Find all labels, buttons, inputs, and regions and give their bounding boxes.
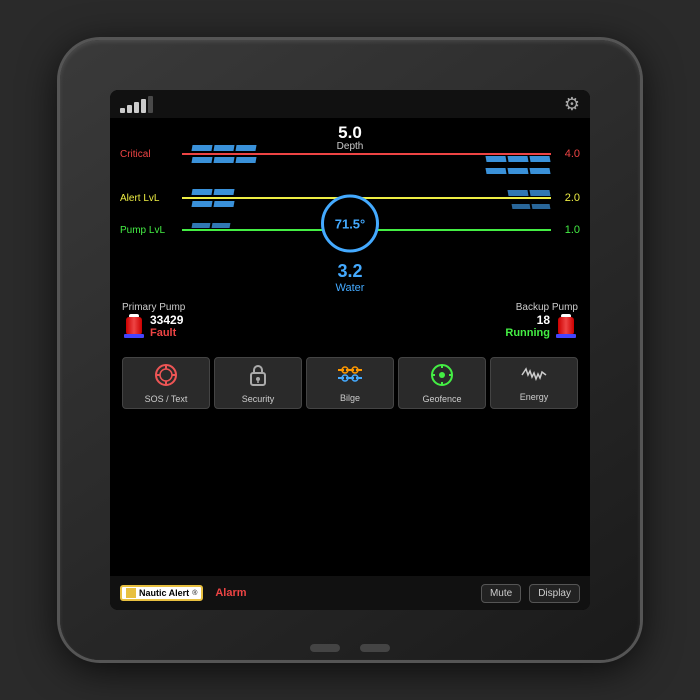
status-bar: ⚙ <box>110 90 590 118</box>
pump-level-value: 1.0 <box>555 224 580 236</box>
sos-icon <box>154 363 178 392</box>
security-label: Security <box>242 394 275 404</box>
display-button[interactable]: Display <box>529 584 580 603</box>
energy-icon <box>520 365 548 390</box>
mute-button[interactable]: Mute <box>481 584 521 603</box>
nav-buttons: SOS / Text Security <box>120 353 580 413</box>
bottom-bar: Nautic Alert ® Alarm Mute Display <box>110 576 590 610</box>
security-icon <box>247 363 269 392</box>
device-btn-left[interactable] <box>310 644 340 652</box>
bilge-icon <box>336 364 364 391</box>
backup-pump-number: 18 <box>505 313 550 327</box>
critical-value: 4.0 <box>555 148 580 160</box>
primary-pump-icon <box>122 314 146 338</box>
device-btn-right[interactable] <box>360 644 390 652</box>
geofence-button[interactable]: Geofence <box>398 357 486 409</box>
brand-registered: ® <box>192 590 197 597</box>
temperature-gauge: 71.5° <box>321 195 379 253</box>
signal-icon <box>120 96 153 113</box>
depth-value: 5.0 <box>337 124 364 141</box>
depth-label: Depth <box>337 141 364 152</box>
bilge-button[interactable]: Bilge <box>306 357 394 409</box>
bilge-label: Bilge <box>340 393 360 403</box>
sos-label: SOS / Text <box>145 394 188 404</box>
primary-pump-name: Primary Pump <box>122 302 185 313</box>
brand-square <box>126 588 136 598</box>
geofence-label: Geofence <box>422 394 461 404</box>
water-value: 3.2 <box>336 261 365 282</box>
water-label: Water <box>336 282 365 294</box>
pump-level-label: Pump LvL <box>120 225 178 236</box>
backup-pump-icon <box>554 314 578 338</box>
alert-label: Alert LvL <box>120 193 178 204</box>
backup-pump-name: Backup Pump <box>516 302 578 313</box>
settings-icon[interactable]: ⚙ <box>564 94 580 115</box>
main-content: 5.0 Depth Critical <box>110 118 590 576</box>
device-frame: ⚙ 5.0 Depth Critical <box>60 40 640 660</box>
brand-name: Nautic Alert <box>139 588 189 598</box>
energy-button[interactable]: Energy <box>490 357 578 409</box>
brand-logo: Nautic Alert ® <box>120 585 203 601</box>
energy-label: Energy <box>520 392 549 402</box>
pump-section: Primary Pump 33429 Fault <box>120 298 580 353</box>
primary-pump-info: Primary Pump 33429 Fault <box>122 302 185 349</box>
depth-area: 5.0 Depth Critical <box>120 124 580 294</box>
backup-pump-info: Backup Pump 18 Running <box>505 302 578 349</box>
device-screen: ⚙ 5.0 Depth Critical <box>110 90 590 610</box>
alarm-label: Alarm <box>215 587 246 599</box>
geofence-icon <box>430 363 454 392</box>
primary-pump-status: Fault <box>150 327 183 339</box>
sos-button[interactable]: SOS / Text <box>122 357 210 409</box>
security-button[interactable]: Security <box>214 357 302 409</box>
primary-pump-number: 33429 <box>150 313 183 327</box>
critical-label: Critical <box>120 149 178 160</box>
alert-value: 2.0 <box>555 192 580 204</box>
backup-pump-status: Running <box>505 327 550 339</box>
device-buttons <box>310 644 390 652</box>
